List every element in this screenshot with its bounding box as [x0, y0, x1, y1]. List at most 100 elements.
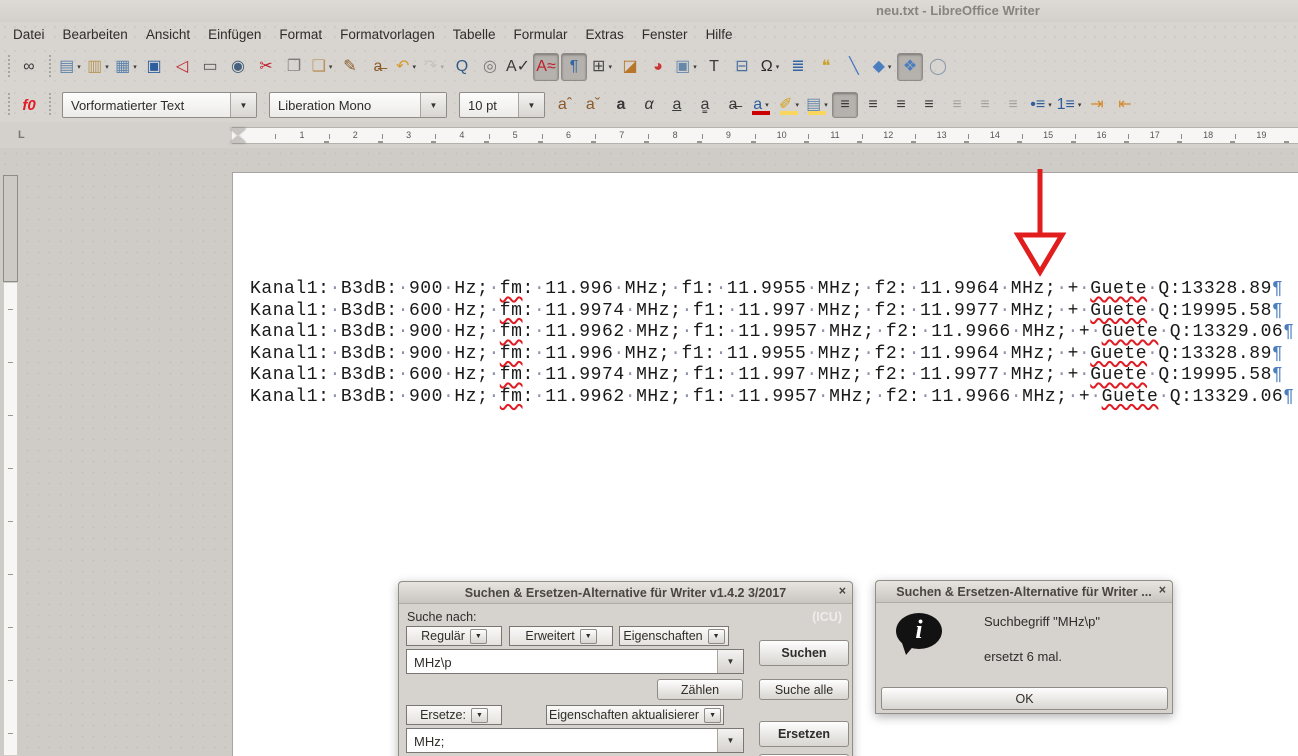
chevron-down-icon[interactable]: ▾ [133, 64, 137, 71]
menu-hilfe[interactable]: Hilfe [697, 24, 742, 45]
background-color-icon[interactable]: ▤▾ [804, 92, 830, 118]
altsearch-find-icon[interactable]: ∞ [16, 53, 42, 81]
chevron-down-icon[interactable]: ▼ [230, 93, 256, 117]
clone-formatting-icon[interactable]: ✎ [337, 53, 363, 81]
menu-fenster[interactable]: Fenster [633, 24, 697, 45]
menu-tabelle[interactable]: Tabelle [444, 24, 505, 45]
count-button[interactable]: Zählen [657, 679, 743, 700]
highlight-color-icon[interactable]: ✐▾ [776, 92, 802, 118]
insert-chart-icon[interactable]: ◕ [645, 53, 671, 81]
undo-icon[interactable]: ↶▾ [393, 53, 419, 81]
toolbar-grip[interactable] [6, 55, 11, 79]
menu-extras[interactable]: Extras [577, 24, 633, 45]
chevron-down-icon[interactable]: ▼ [708, 629, 725, 644]
chevron-down-icon[interactable]: ▾ [765, 102, 769, 109]
replace-button[interactable]: Ersetzen [759, 721, 849, 747]
toolbar-grip[interactable] [47, 55, 52, 79]
menu-ansicht[interactable]: Ansicht [137, 24, 199, 45]
chevron-down-icon[interactable]: ▾ [105, 64, 109, 71]
clear-formatting-icon[interactable]: a̶ [365, 53, 391, 81]
numbered-list-icon[interactable]: 1≡▾ [1056, 92, 1082, 118]
font-color-icon[interactable]: a▾ [748, 92, 774, 118]
print-icon[interactable]: ▭ [197, 53, 223, 81]
basic-shapes-icon[interactable]: ◆▾ [869, 53, 895, 81]
save-as-icon[interactable]: ▦▾ [113, 53, 139, 81]
decrease-indent-icon[interactable]: ⇤ [1112, 92, 1138, 118]
chevron-down-icon[interactable]: ▾ [888, 64, 892, 71]
chevron-down-icon[interactable]: ▾ [1048, 102, 1052, 109]
align-right-icon[interactable]: ≡ [888, 92, 914, 118]
find-and-replace-icon[interactable]: Q [449, 53, 475, 81]
dialog-titlebar[interactable]: Suchen & Ersetzen-Alternative für Writer… [399, 582, 852, 604]
align-left-icon[interactable]: ≡ [832, 92, 858, 118]
spelling-icon[interactable]: A✓ [505, 53, 531, 81]
chevron-down-icon[interactable]: ▾ [693, 64, 697, 71]
menu-datei[interactable]: Datei [4, 24, 54, 45]
insert-textbox-icon[interactable]: T [701, 53, 727, 81]
document-line[interactable]: Kanal1:·B3dB:·600·Hz;·fm:·11.9974·MHz;·f… [250, 301, 1295, 323]
strikethrough-icon[interactable]: a̶ [720, 92, 746, 118]
chevron-down-icon[interactable]: ▾ [776, 64, 780, 71]
justify-icon[interactable]: ≡ [916, 92, 942, 118]
insert-frame-icon[interactable]: ▣▾ [673, 53, 699, 81]
font-name-combo[interactable]: Liberation Mono ▼ [269, 92, 447, 118]
superscript-icon[interactable]: aˆ [552, 92, 578, 118]
chevron-down-icon[interactable]: ▼ [704, 708, 721, 723]
document-line[interactable]: Kanal1:·B3dB:·900·Hz;·fm:·11.9962·MHz;·f… [250, 322, 1295, 344]
document-line[interactable]: Kanal1:·B3dB:·900·Hz;·fm:·11.996·MHz;·f1… [250, 279, 1295, 301]
chevron-down-icon[interactable]: ▼ [717, 729, 743, 752]
copy-icon[interactable]: ❐ [281, 53, 307, 81]
hyperlink-icon[interactable]: ◯ [925, 53, 951, 81]
altsearch-icon[interactable]: f0 [16, 92, 42, 118]
ok-button[interactable]: OK [881, 687, 1168, 710]
increase-indent-icon[interactable]: ⇥ [1084, 92, 1110, 118]
properties-dropdown[interactable]: Eigenschaften ▼ [619, 626, 729, 646]
close-icon[interactable]: × [1159, 583, 1166, 597]
insert-field-icon[interactable]: ≣ [785, 53, 811, 81]
paste-icon[interactable]: ❑▾ [309, 53, 335, 81]
chevron-down-icon[interactable]: ▾ [795, 102, 799, 109]
close-icon[interactable]: × [839, 584, 846, 598]
open-document-icon[interactable]: ▥▾ [85, 53, 111, 81]
underline-icon[interactable]: a̲ [664, 92, 690, 118]
insert-image-icon[interactable]: ◪ [617, 53, 643, 81]
chevron-down-icon[interactable]: ▼ [518, 93, 544, 117]
bullet-list-icon[interactable]: •≡▾ [1028, 92, 1054, 118]
insert-comment-icon[interactable]: ❝ [813, 53, 839, 81]
document-line[interactable]: Kanal1:·B3dB:·600·Hz;·fm:·11.9974·MHz;·f… [250, 365, 1295, 387]
font-size-combo[interactable]: 10 pt ▼ [459, 92, 545, 118]
align-center-icon[interactable]: ≡ [860, 92, 886, 118]
draw-functions-icon[interactable]: ❖ [897, 53, 923, 81]
chevron-down-icon[interactable]: ▾ [1078, 102, 1082, 109]
auto-spellcheck-icon[interactable]: A≈ [533, 53, 559, 81]
chevron-down-icon[interactable]: ▾ [824, 102, 828, 109]
subscript-icon[interactable]: aˇ [580, 92, 606, 118]
bold-icon[interactable]: a [608, 92, 634, 118]
chevron-down-icon[interactable]: ▼ [580, 629, 597, 644]
cut-icon[interactable]: ✂ [253, 53, 279, 81]
regular-dropdown[interactable]: Regulär ▼ [406, 626, 502, 646]
font-name-value[interactable]: Liberation Mono [270, 93, 420, 117]
italic-icon[interactable]: α [636, 92, 662, 118]
print-preview-icon[interactable]: ◉ [225, 53, 251, 81]
chevron-down-icon[interactable]: ▾ [608, 64, 612, 71]
paragraph-style-combo[interactable]: Vorformatierter Text ▼ [62, 92, 257, 118]
properties-update-dropdown[interactable]: Eigenschaften aktualisierer ▼ [546, 705, 724, 725]
document-line[interactable]: Kanal1:·B3dB:·900·Hz;·fm:·11.996·MHz;·f1… [250, 344, 1295, 366]
search-input[interactable]: MHz\p ▼ [406, 649, 744, 674]
chevron-down-icon[interactable]: ▼ [470, 629, 487, 644]
page-break-icon[interactable]: ⊟ [729, 53, 755, 81]
search-all-button[interactable]: Suche alle [759, 679, 849, 700]
chevron-down-icon[interactable]: ▼ [471, 708, 488, 723]
paragraph-style-value[interactable]: Vorformatierter Text [63, 93, 230, 117]
font-size-value[interactable]: 10 pt [460, 93, 518, 117]
document-text[interactable]: Kanal1:·B3dB:·900·Hz;·fm:·11.996·MHz;·f1… [250, 279, 1295, 408]
menu-format[interactable]: Format [270, 24, 331, 45]
formatting-marks-icon[interactable]: ¶ [561, 53, 587, 81]
insert-line-icon[interactable]: ╲ [841, 53, 867, 81]
save-icon[interactable]: ▣ [141, 53, 167, 81]
chevron-down-icon[interactable]: ▾ [412, 64, 416, 71]
dialog-titlebar[interactable]: Suchen & Ersetzen-Alternative für Writer… [876, 581, 1172, 603]
chevron-down-icon[interactable]: ▼ [717, 650, 743, 673]
new-document-icon[interactable]: ▤▾ [57, 53, 83, 81]
